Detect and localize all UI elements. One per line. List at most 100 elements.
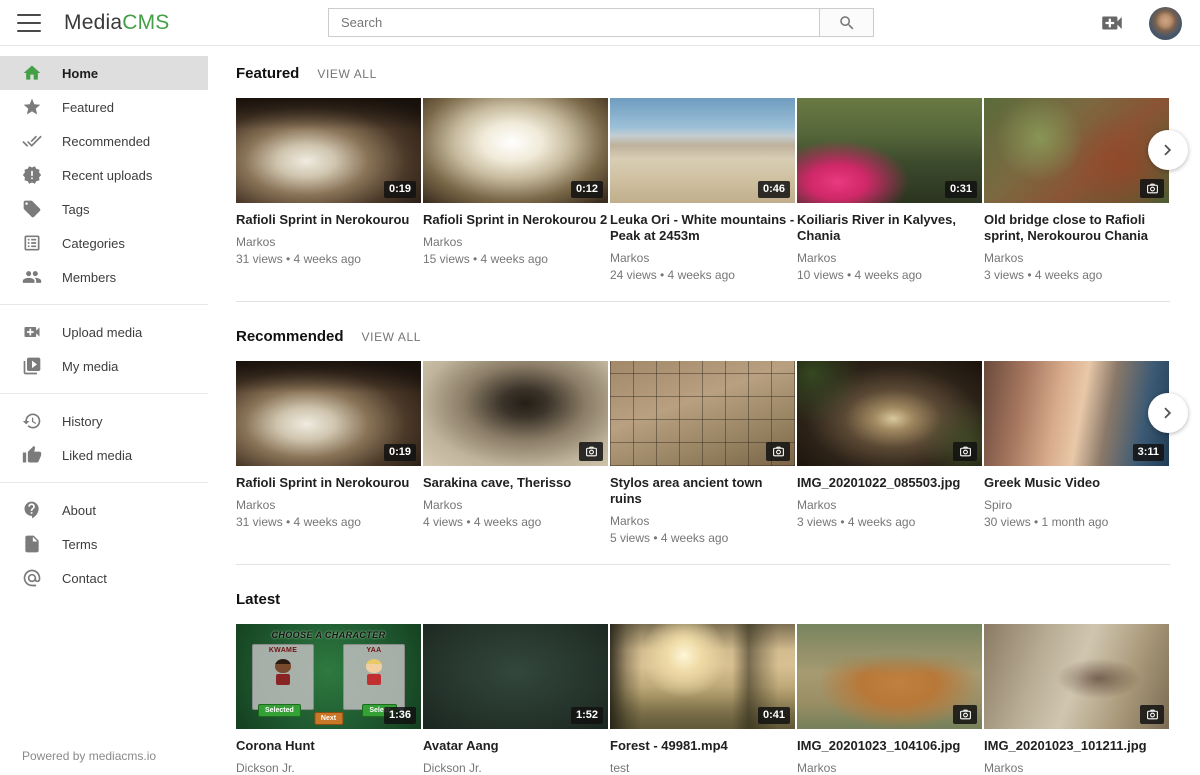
sidebar-item-about[interactable]: About <box>0 493 208 527</box>
camera-icon <box>959 708 972 721</box>
video-thumbnail[interactable] <box>797 361 982 466</box>
media-author[interactable]: Markos <box>236 498 421 512</box>
media-card[interactable]: 1:52Avatar AangDickson Jr.12 views • 1 w… <box>423 624 608 775</box>
video-thumbnail[interactable]: 0:41 <box>610 624 795 729</box>
media-card[interactable]: IMG_20201023_101211.jpgMarkos4 views • 4… <box>984 624 1169 775</box>
media-title[interactable]: IMG_20201022_085503.jpg <box>797 475 982 491</box>
character-panel-right: YAA <box>343 644 405 710</box>
app-logo[interactable]: MediaCMS <box>64 11 169 35</box>
media-author[interactable]: Markos <box>610 514 795 528</box>
video-thumbnail[interactable]: 0:19 <box>236 361 421 466</box>
user-avatar[interactable] <box>1149 7 1182 40</box>
media-card[interactable]: 0:31 Koiliaris River in Kalyves, Chania Ma… <box>797 98 982 282</box>
media-card[interactable]: 0:41Forest - 49981.mp4test17 views • 3 w… <box>610 624 795 775</box>
media-title[interactable]: Rafioli Sprint in Nerokourou <box>236 212 421 228</box>
media-title[interactable]: Corona Hunt <box>236 738 421 754</box>
video-thumbnail[interactable]: 3:11 <box>984 361 1169 466</box>
star-icon <box>22 97 42 117</box>
sidebar-item-upload-media[interactable]: Upload media <box>0 315 208 349</box>
media-card[interactable]: Stylos area ancient town ruinsMarkos5 vi… <box>610 361 795 545</box>
search-bar <box>328 8 874 37</box>
media-card[interactable]: 3:11 Greek Music Video Spiro 30 views • 1 m… <box>984 361 1169 545</box>
media-author[interactable]: Markos <box>236 235 421 249</box>
video-thumbnail[interactable] <box>610 361 795 466</box>
upload-video-icon[interactable] <box>1099 10 1125 36</box>
media-card[interactable]: 0:19Rafioli Sprint in NerokourouMarkos31… <box>236 361 421 545</box>
media-author[interactable]: Dickson Jr. <box>423 761 608 775</box>
contact-icon <box>22 568 42 588</box>
sidebar-item-history[interactable]: History <box>0 404 208 438</box>
sidebar-item-my-media[interactable]: My media <box>0 349 208 383</box>
media-card[interactable]: 0:19 Rafioli Sprint in Nerokourou Markos 31… <box>236 98 421 282</box>
sidebar-divider <box>0 304 208 305</box>
media-title[interactable]: Old bridge close to Rafioli sprint, Nero… <box>984 212 1169 244</box>
sidebar-item-tags[interactable]: Tags <box>0 192 208 226</box>
video-thumbnail[interactable] <box>423 361 608 466</box>
media-title[interactable]: IMG_20201023_104106.jpg <box>797 738 982 754</box>
media-title[interactable]: Greek Music Video <box>984 475 1169 491</box>
view-all-link[interactable]: VIEW ALL <box>362 330 422 344</box>
media-author[interactable]: Markos <box>984 251 1169 265</box>
media-card[interactable]: 0:46 Leuka Ori - White mountains - Peak a… <box>610 98 795 282</box>
media-card[interactable]: CHOOSE A CHARACTERKWAMEYAASelectedNextSe… <box>236 624 421 775</box>
sidebar-item-label: Categories <box>62 236 125 251</box>
sidebar-item-categories[interactable]: Categories <box>0 226 208 260</box>
search-input[interactable] <box>329 9 819 36</box>
section-title: Featured <box>236 65 299 82</box>
media-title[interactable]: Sarakina cave, Therisso <box>423 475 608 491</box>
view-all-link[interactable]: VIEW ALL <box>317 67 377 81</box>
hamburger-menu-icon[interactable] <box>17 14 41 32</box>
sidebar-item-featured[interactable]: Featured <box>0 90 208 124</box>
video-thumbnail[interactable]: 0:46 <box>610 98 795 203</box>
video-thumbnail[interactable] <box>797 624 982 729</box>
media-title[interactable]: Leuka Ori - White mountains - Peak at 24… <box>610 212 795 244</box>
media-meta: 31 views • 4 weeks ago <box>236 252 421 266</box>
sidebar-item-terms[interactable]: Terms <box>0 527 208 561</box>
header-actions <box>1099 0 1200 46</box>
chevron-right-icon <box>1157 139 1179 161</box>
sidebar-item-recommended[interactable]: Recommended <box>0 124 208 158</box>
sidebar-item-label: History <box>62 414 102 429</box>
photo-badge <box>1140 179 1164 198</box>
media-card[interactable]: IMG_20201022_085503.jpg Markos 3 views • 4… <box>797 361 982 545</box>
video-thumbnail[interactable]: 0:31 <box>797 98 982 203</box>
media-author[interactable]: test <box>610 761 795 775</box>
media-author[interactable]: Dickson Jr. <box>236 761 421 775</box>
media-author[interactable]: Markos <box>423 498 608 512</box>
video-thumbnail[interactable] <box>984 624 1169 729</box>
video-thumbnail[interactable]: 0:12 <box>423 98 608 203</box>
media-card[interactable]: Sarakina cave, TherissoMarkos4 views • 4… <box>423 361 608 545</box>
video-thumbnail[interactable]: 1:52 <box>423 624 608 729</box>
video-thumbnail[interactable]: 0:19 <box>236 98 421 203</box>
carousel-next-button[interactable] <box>1148 130 1188 170</box>
media-title[interactable]: Rafioli Sprint in Nerokourou 2 <box>423 212 608 228</box>
media-title[interactable]: Koiliaris River in Kalyves, Chania <box>797 212 982 244</box>
media-card[interactable]: IMG_20201023_104106.jpgMarkos4 views • 4… <box>797 624 982 775</box>
media-card[interactable]: Old bridge close to Rafioli sprint, Nero… <box>984 98 1169 282</box>
carousel-next-button[interactable] <box>1148 393 1188 433</box>
search-button[interactable] <box>819 9 873 36</box>
sidebar-item-home[interactable]: Home <box>0 56 208 90</box>
media-author[interactable]: Markos <box>797 498 982 512</box>
media-title[interactable]: Forest - 49981.mp4 <box>610 738 795 754</box>
video-thumbnail[interactable] <box>984 98 1169 203</box>
media-title[interactable]: Rafioli Sprint in Nerokourou <box>236 475 421 491</box>
media-meta: 3 views • 4 weeks ago <box>797 515 982 529</box>
media-title[interactable]: IMG_20201023_101211.jpg <box>984 738 1169 754</box>
sidebar-item-contact[interactable]: Contact <box>0 561 208 595</box>
media-meta: 30 views • 1 month ago <box>984 515 1169 529</box>
media-title[interactable]: Stylos area ancient town ruins <box>610 475 795 507</box>
video-thumbnail[interactable]: CHOOSE A CHARACTERKWAMEYAASelectedNextSe… <box>236 624 421 729</box>
media-author[interactable]: Markos <box>610 251 795 265</box>
sidebar-item-recent-uploads[interactable]: Recent uploads <box>0 158 208 192</box>
media-author[interactable]: Markos <box>797 761 982 775</box>
media-title[interactable]: Avatar Aang <box>423 738 608 754</box>
media-author[interactable]: Spiro <box>984 498 1169 512</box>
sidebar-item-liked-media[interactable]: Liked media <box>0 438 208 472</box>
media-author[interactable]: Markos <box>423 235 608 249</box>
media-author[interactable]: Markos <box>797 251 982 265</box>
media-author[interactable]: Markos <box>984 761 1169 775</box>
media-card[interactable]: 0:12 Rafioli Sprint in Nerokourou 2 Markos… <box>423 98 608 282</box>
media-row: 0:19Rafioli Sprint in NerokourouMarkos31… <box>236 361 1170 545</box>
sidebar-item-members[interactable]: Members <box>0 260 208 294</box>
